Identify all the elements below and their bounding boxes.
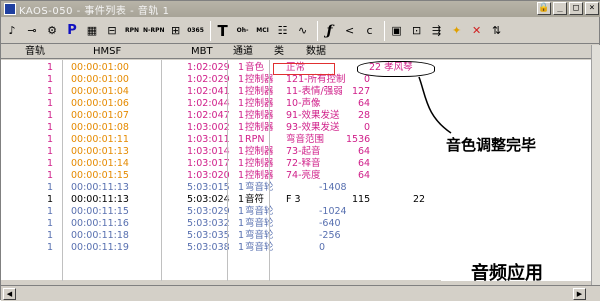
horizontal-scrollbar[interactable]: ◀ ▶ <box>1 285 600 301</box>
scroll-right-button[interactable]: ▶ <box>573 288 586 300</box>
annotation-text: 音色调整完毕 <box>446 136 537 154</box>
event-list-window: KAOS-050 - 事件列表 - 音轨 1 🔒 _ □ × ♪ ⊸ ⚙ P ▦ ⊟ RPN… <box>0 0 600 301</box>
watermark: 音频应用 <box>471 263 543 284</box>
scroll-left-button[interactable]: ◀ <box>3 288 16 300</box>
vertical-scrollbar[interactable] <box>591 45 600 285</box>
